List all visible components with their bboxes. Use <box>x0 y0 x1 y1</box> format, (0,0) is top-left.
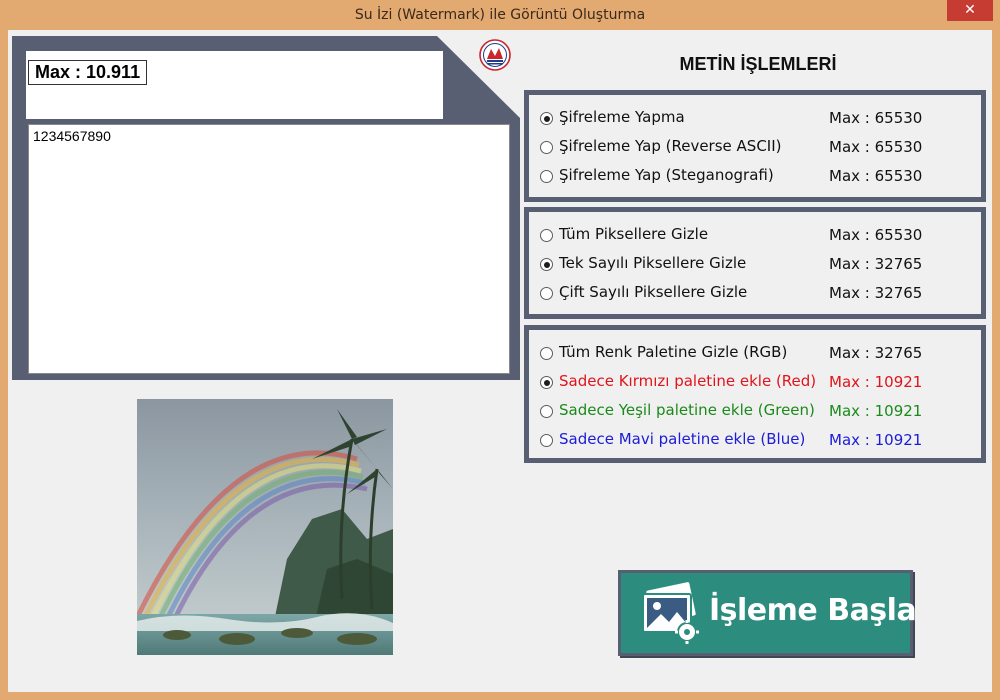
option-odd-pixels[interactable]: Tek Sayılı Piksellere Gizle Max : 32765 <box>537 253 977 275</box>
cover-image <box>137 399 393 655</box>
radio-button[interactable] <box>540 112 553 125</box>
option-label: Şifreleme Yapma <box>559 108 685 126</box>
option-all-pixels[interactable]: Tüm Piksellere Gizle Max : 65530 <box>537 224 977 246</box>
option-max: Max : 65530 <box>829 167 923 185</box>
image-gear-icon <box>642 582 699 644</box>
text-panel: Max : 10.911 <box>12 36 520 380</box>
max-capacity-label: Max : 10.911 <box>28 60 148 85</box>
option-label: Tüm Piksellere Gizle <box>559 225 709 243</box>
start-button-label: İşleme Başla <box>709 593 917 628</box>
option-label: Sadece Yeşil paletine ekle (Green) <box>559 401 815 419</box>
section-title: METİN İŞLEMLERİ <box>679 54 837 74</box>
close-button[interactable]: ✕ <box>947 0 993 21</box>
radio-button[interactable] <box>540 141 553 154</box>
radio-button[interactable] <box>540 434 553 447</box>
option-max: Max : 10921 <box>829 373 923 391</box>
radio-button[interactable] <box>540 229 553 242</box>
radio-button[interactable] <box>540 170 553 183</box>
title-bar: Su İzi (Watermark) ile Görüntü Oluşturma… <box>0 0 1000 30</box>
pixel-options-group: Tüm Piksellere Gizle Max : 65530 Tek Say… <box>524 207 986 319</box>
option-label: Şifreleme Yap (Steganografi) <box>559 166 774 184</box>
option-max: Max : 10921 <box>829 431 923 449</box>
option-red-palette[interactable]: Sadece Kırmızı paletine ekle (Red) Max :… <box>537 371 977 393</box>
color-palette-options-group: Tüm Renk Paletine Gizle (RGB) Max : 3276… <box>524 325 986 463</box>
window-title: Su İzi (Watermark) ile Görüntü Oluşturma <box>354 7 646 23</box>
message-text-input[interactable] <box>28 124 510 374</box>
option-label: Şifreleme Yap (Reverse ASCII) <box>559 137 782 155</box>
option-label: Çift Sayılı Piksellere Gizle <box>559 283 748 301</box>
option-label: Tüm Renk Paletine Gizle (RGB) <box>559 343 788 361</box>
option-blue-palette[interactable]: Sadece Mavi paletine ekle (Blue) Max : 1… <box>537 429 977 451</box>
option-even-pixels[interactable]: Çift Sayılı Piksellere Gizle Max : 32765 <box>537 282 977 304</box>
option-label: Sadece Mavi paletine ekle (Blue) <box>559 430 806 448</box>
university-logo-icon <box>479 39 511 71</box>
option-max: Max : 65530 <box>829 226 923 244</box>
radio-button[interactable] <box>540 287 553 300</box>
radio-button[interactable] <box>540 405 553 418</box>
option-max: Max : 65530 <box>829 138 923 156</box>
option-reverse-ascii[interactable]: Şifreleme Yap (Reverse ASCII) Max : 6553… <box>537 136 977 158</box>
option-max: Max : 32765 <box>829 344 923 362</box>
option-green-palette[interactable]: Sadece Yeşil paletine ekle (Green) Max :… <box>537 400 977 422</box>
option-rgb-palette[interactable]: Tüm Renk Paletine Gizle (RGB) Max : 3276… <box>537 342 977 364</box>
option-max: Max : 32765 <box>829 284 923 302</box>
option-no-encryption[interactable]: Şifreleme Yapma Max : 65530 <box>537 107 977 129</box>
radio-button[interactable] <box>540 347 553 360</box>
encryption-options-group: Şifreleme Yapma Max : 65530 Şifreleme Ya… <box>524 90 986 202</box>
option-max: Max : 32765 <box>829 255 923 273</box>
radio-button[interactable] <box>540 376 553 389</box>
option-label: Tek Sayılı Piksellere Gizle <box>559 254 747 272</box>
start-processing-button[interactable]: İşleme Başla <box>618 570 917 656</box>
rainbow-landscape-image <box>137 399 393 655</box>
window-client-area: Max : 10.911 1234567890 METİN İŞLEMLERİ … <box>8 30 992 692</box>
option-steganography[interactable]: Şifreleme Yap (Steganografi) Max : 65530 <box>537 165 977 187</box>
radio-button[interactable] <box>540 258 553 271</box>
option-label: Sadece Kırmızı paletine ekle (Red) <box>559 372 817 390</box>
option-max: Max : 65530 <box>829 109 923 127</box>
option-max: Max : 10921 <box>829 402 923 420</box>
